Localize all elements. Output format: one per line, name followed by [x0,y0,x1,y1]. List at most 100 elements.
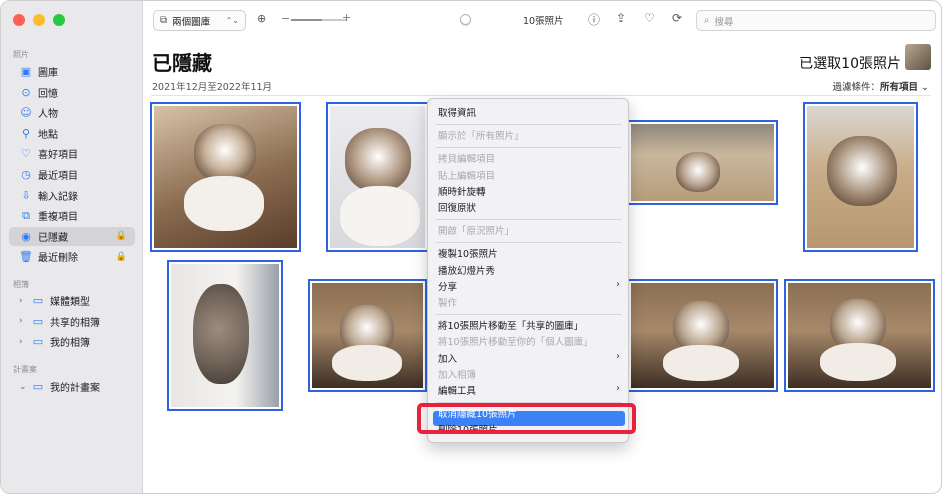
avatar[interactable] [905,44,931,70]
window-controls [13,14,65,26]
rotate-icon[interactable]: ⟳ [672,11,682,25]
import-icon: ⇩ [21,188,31,202]
photo-thumbnail[interactable] [627,279,778,392]
context-menu: 取得資訊 顯示於「所有照片」 拷貝編輯項目 貼上編輯項目 順時針旋轉 回復原狀 開啟「原況照… [427,98,629,443]
menu-item[interactable]: 順時針旋轉 [438,184,620,198]
sidebar-item-label: 已隱藏 [38,232,68,244]
sidebar-item-label: 媒體類型 [50,297,90,308]
menu-item: 開啟「原況照片」 [438,223,620,237]
sidebar-item-label: 圖庫 [38,68,58,79]
sidebar: 照片 ▣ 圖庫 ⊙ 回憶 ☺ 人物 ⚲ 地點 ♡ 喜好項目 ◷ 最近項目 ⇩ 輸入記錄 ⧉ 重複項目 ◉ 已隱藏 🔒… [1,1,143,493]
chevron-right-icon: › [616,383,620,394]
search-placeholder: 搜尋 [714,16,734,28]
photo-thumbnail[interactable] [784,279,935,392]
menu-item-label: 回復原狀 [438,203,477,214]
menu-item[interactable]: 複製10張照片 [438,246,620,260]
sidebar-item-4[interactable]: ♡ 喜好項目 [9,144,135,163]
photos-window: 照片 ▣ 圖庫 ⊙ 回憶 ☺ 人物 ⚲ 地點 ♡ 喜好項目 ◷ 最近項目 ⇩ 輸入記錄 ⧉ 重複項目 ◉ 已隱藏 🔒… [0,0,942,494]
search-field[interactable]: ⌕ 搜尋 [696,10,936,31]
photo-thumbnail[interactable] [627,120,778,205]
aspect-ratio-icon[interactable]: ⊕ [257,12,266,25]
photo-thumbnail[interactable] [150,102,301,252]
menu-item: 將10張照片移動至你的「個人圖庫」 [438,334,620,348]
chevron-right-icon[interactable]: › [19,296,29,306]
sidebar-item-3[interactable]: ⚲ 地點 [9,124,135,143]
sidebar-item-9[interactable]: 🗑 最近刪除 🔒 [9,247,135,266]
sidebar-item-project-0[interactable]: ⌄ ▭ 我的計畫案 [9,377,135,396]
menu-item-label: 取得資訊 [438,108,477,119]
zoom-slider[interactable] [291,19,347,21]
chevron-updown-icon: ⌃⌄ [225,16,239,25]
sidebar-item-8[interactable]: ◉ 已隱藏 🔒 [9,226,135,246]
filter-value: 所有項目 [879,82,918,93]
menu-separator [436,124,622,126]
chevron-down-icon: ⌄ [921,82,929,93]
sidebar-item-0[interactable]: ▣ 圖庫 [9,62,135,81]
info-icon[interactable]: ⓘ [588,11,600,28]
page-title: 已隱藏 [152,51,212,75]
filter-menu[interactable]: 過濾條件：所有項目 ⌄ [832,79,929,93]
menu-item[interactable]: 加入 › [438,351,620,365]
library-select[interactable]: ⧉ 兩個圖庫 ⌃⌄ [153,10,246,31]
menu-item-label: 將10張照片移動至「共享的圖庫」 [438,321,584,333]
sidebar-item-label: 人物 [38,109,58,121]
minimize-button[interactable] [33,14,45,26]
sidebar-item-label: 共享的相簿 [50,317,100,329]
lock-icon: 🔒 [115,251,127,262]
close-button[interactable] [13,14,25,26]
chevron-right-icon: › [616,350,620,362]
photo-thumbnail[interactable] [308,279,427,392]
people-icon: ☺ [20,106,32,120]
menu-item-label: 加入 [438,353,458,365]
photo-thumbnail[interactable] [803,102,918,252]
photo-thumbnail[interactable] [326,102,429,252]
sidebar-item-album-2[interactable]: › ▭ 我的相簿 [9,332,135,351]
trash-icon: 🗑 [19,250,33,264]
places-icon: ⚲ [21,126,31,140]
menu-item[interactable]: 回復原狀 [438,200,620,214]
annotation-highlight-box [417,403,636,434]
zoom-in-icon[interactable]: + [342,11,351,24]
menu-item-label: 加入相簿 [438,369,477,381]
sidebar-item-label: 地點 [38,129,58,141]
sidebar-item-album-0[interactable]: › ▭ 媒體類型 [9,291,135,310]
sidebar-item-5[interactable]: ◷ 最近項目 [9,165,135,184]
menu-separator [436,242,622,244]
search-icon: ⌕ [704,15,710,26]
menu-item-label: 開啟「原況照片」 [438,226,515,238]
menu-item-label: 製作 [438,298,458,309]
lock-icon: 🔒 [115,231,127,242]
sidebar-item-label: 輸入記錄 [38,191,78,203]
menu-item[interactable]: 分享 › [438,279,620,293]
chevron-right-icon[interactable]: › [19,316,29,326]
menu-item-label: 順時針旋轉 [438,186,486,198]
toolbar: ⧉ 兩個圖庫 ⌃⌄ ⊕ − + 10張照片 ⓘ ⇪ ♡ ⟳ ⌕ 搜尋 [144,1,941,39]
zoom-out-icon[interactable]: − [281,12,290,25]
sidebar-section-albums: 相簿 [13,280,29,289]
menu-item[interactable]: 取得資訊 [438,105,620,119]
chevron-down-icon[interactable]: ⌄ [19,382,29,392]
menu-item[interactable]: 編輯工具 › [438,383,620,397]
share-icon[interactable]: ⇪ [616,11,626,25]
date-range: 2021年12月至2022年11月 [152,82,273,93]
clock-icon: ◷ [21,168,31,181]
sidebar-item-2[interactable]: ☺ 人物 [9,103,135,122]
zoom-button[interactable] [53,14,65,26]
menu-item[interactable]: 將10張照片移動至「共享的圖庫」 [438,318,620,332]
selected-count: 已選取10張照片 [799,56,901,72]
sidebar-section-photos: 照片 [13,50,29,59]
sidebar-item-6[interactable]: ⇩ 輸入記錄 [9,186,135,205]
heart-icon[interactable]: ♡ [644,11,655,25]
shared-folder-icon: ▭ [32,314,44,328]
zoom-slider-knob[interactable] [459,14,471,25]
chevron-right-icon[interactable]: › [19,337,29,347]
menu-item: 製作 [438,295,620,309]
sidebar-item-label: 我的計畫案 [50,383,100,394]
sidebar-item-7[interactable]: ⧉ 重複項目 [9,206,135,225]
library-icon: ▣ [20,65,32,78]
eye-icon: ◉ [21,229,31,243]
sidebar-item-1[interactable]: ⊙ 回憶 [9,83,135,102]
photo-thumbnail[interactable] [167,260,283,411]
menu-item[interactable]: 播放幻燈片秀 [438,263,620,277]
sidebar-item-album-1[interactable]: › ▭ 共享的相簿 [9,312,135,331]
